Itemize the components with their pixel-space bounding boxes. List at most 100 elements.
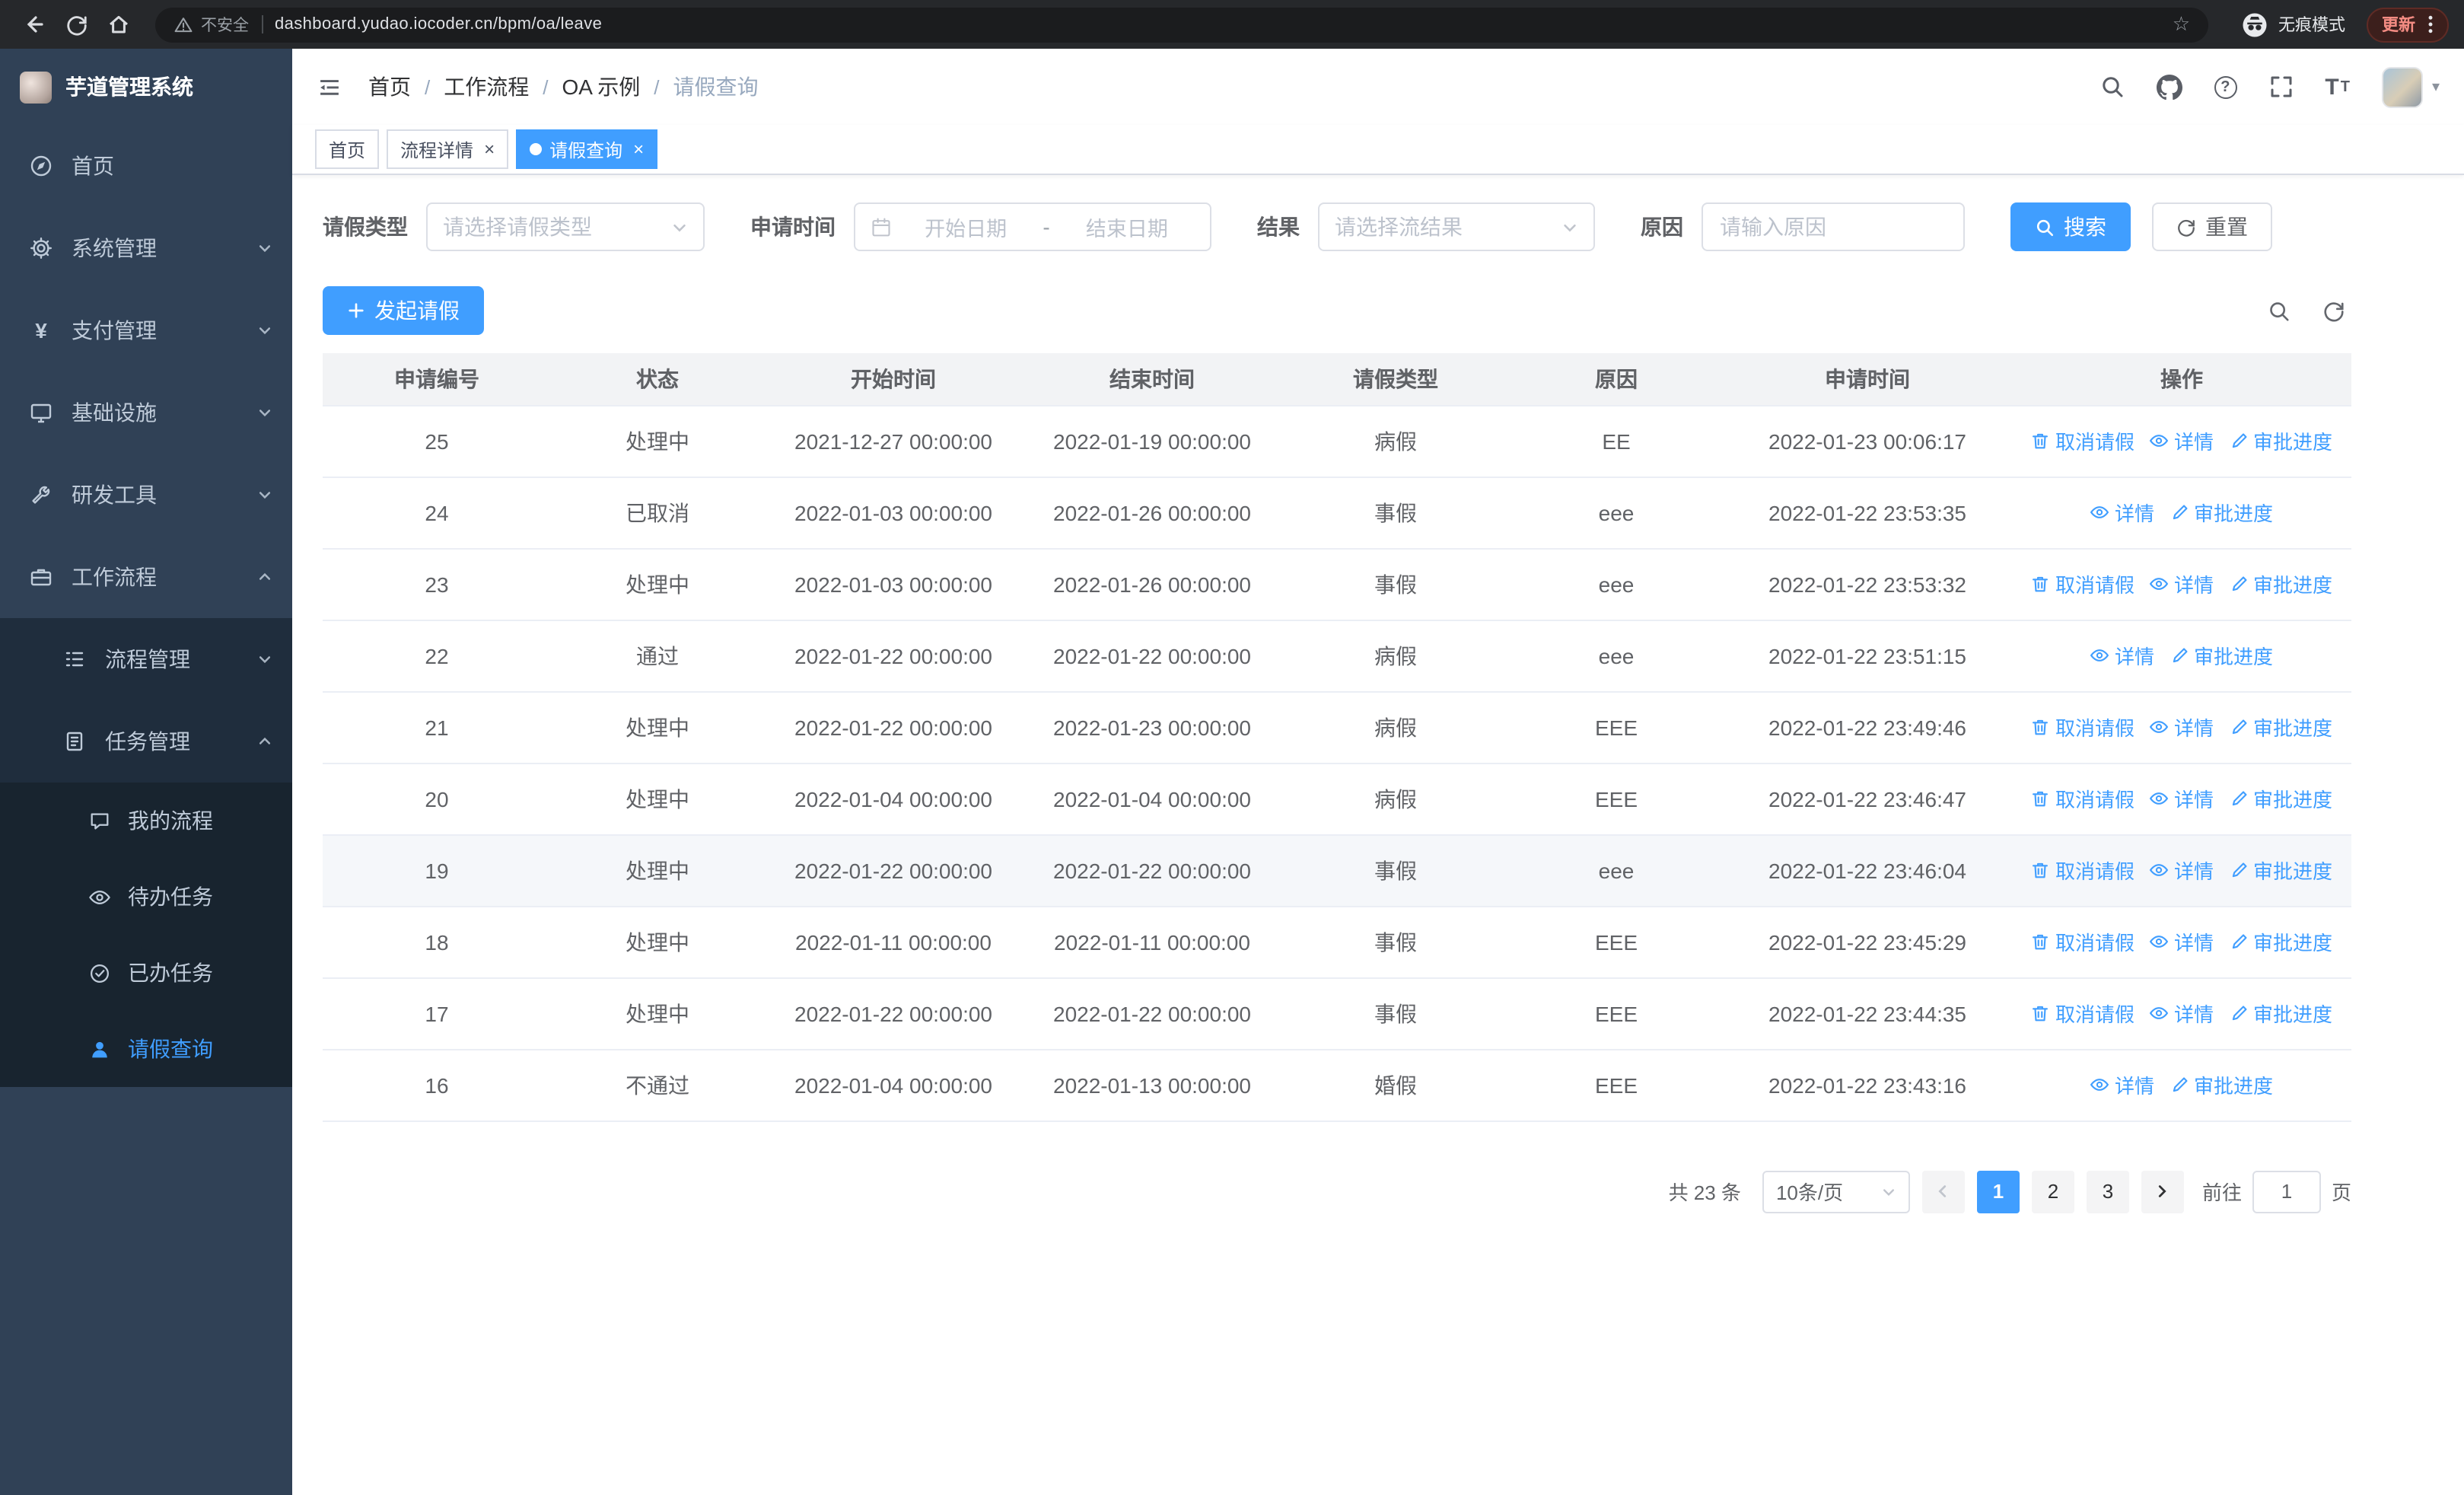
font-size-icon[interactable]: TT <box>2325 74 2350 100</box>
search-icon <box>2036 218 2054 236</box>
approval-progress-link[interactable]: 审批进度 <box>2229 784 2332 813</box>
page-button-2[interactable]: 2 <box>2031 1170 2074 1213</box>
cancel-leave-link[interactable]: 取消请假 <box>2031 999 2135 1028</box>
approval-progress-link[interactable]: 审批进度 <box>2229 999 2332 1028</box>
monitor-icon <box>29 400 53 425</box>
detail-link[interactable]: 详情 <box>2090 641 2154 670</box>
detail-link[interactable]: 详情 <box>2150 927 2214 956</box>
sidebar-item-system[interactable]: 系统管理 <box>0 207 292 289</box>
end-date-input[interactable]: 结束日期 <box>1059 212 1195 242</box>
github-icon[interactable] <box>2156 74 2182 100</box>
reason-input[interactable] <box>1720 215 1947 239</box>
browser-refresh-icon[interactable] <box>58 6 94 43</box>
apply-time-range-picker[interactable]: 开始日期 - 结束日期 <box>854 202 1211 251</box>
user-avatar[interactable]: ▾ <box>2381 66 2440 107</box>
approval-progress-link[interactable]: 审批进度 <box>2229 569 2332 598</box>
edit-icon <box>2231 576 2246 591</box>
sidebar-item-done-tasks[interactable]: 已办任务 <box>0 935 292 1011</box>
detail-link[interactable]: 详情 <box>2150 999 2214 1028</box>
cancel-leave-link[interactable]: 取消请假 <box>2031 426 2135 455</box>
result-select[interactable]: 请选择流结果 <box>1318 202 1595 251</box>
tab-home[interactable]: 首页 <box>315 129 380 169</box>
close-icon[interactable]: × <box>633 140 644 158</box>
kebab-menu-icon[interactable] <box>2427 14 2434 35</box>
fullscreen-icon[interactable] <box>2268 75 2293 99</box>
sidebar-item-task-mgmt[interactable]: 任务管理 <box>0 700 292 783</box>
detail-link[interactable]: 详情 <box>2150 784 2214 813</box>
table-row: 24 已取消 2022-01-03 00:00:00 2022-01-26 00:00… <box>323 477 2351 549</box>
prev-page-button[interactable] <box>1921 1170 1965 1213</box>
header-search-icon[interactable] <box>2099 75 2124 99</box>
approval-progress-link[interactable]: 审批进度 <box>2170 1070 2273 1099</box>
page-button-3[interactable]: 3 <box>2086 1170 2129 1213</box>
browser-update-button[interactable]: 更新 <box>2367 7 2449 42</box>
breadcrumb-item[interactable]: 首页 <box>368 72 411 102</box>
create-leave-button[interactable]: 发起请假 <box>323 286 484 335</box>
help-icon[interactable]: ? <box>2214 75 2237 98</box>
refresh-table-icon[interactable] <box>2322 299 2345 322</box>
tab-leave-query[interactable]: 请假查询 × <box>516 129 658 169</box>
detail-link[interactable]: 详情 <box>2090 498 2154 527</box>
browser-home-icon[interactable] <box>100 6 137 43</box>
table-row: 18 处理中 2022-01-11 00:00:00 2022-01-11 00:00… <box>323 906 2351 978</box>
approval-progress-link[interactable]: 审批进度 <box>2229 856 2332 885</box>
clipboard-icon <box>62 729 87 754</box>
approval-progress-link[interactable]: 审批进度 <box>2229 927 2332 956</box>
table-row: 20 处理中 2022-01-04 00:00:00 2022-01-04 00:00… <box>323 763 2351 835</box>
reason-label: 原因 <box>1641 215 1683 239</box>
sidebar-item-my-process[interactable]: 我的流程 <box>0 783 292 859</box>
leave-type-select[interactable]: 请选择请假类型 <box>426 202 705 251</box>
sidebar-item-payment[interactable]: ¥ 支付管理 <box>0 289 292 371</box>
detail-link[interactable]: 详情 <box>2150 712 2214 741</box>
toggle-search-icon[interactable] <box>2268 299 2291 322</box>
detail-link[interactable]: 详情 <box>2150 856 2214 885</box>
page-button-1[interactable]: 1 <box>1976 1170 2020 1213</box>
browser-back-icon[interactable] <box>15 6 52 43</box>
detail-link[interactable]: 详情 <box>2150 569 2214 598</box>
edit-icon <box>2231 1006 2246 1021</box>
sidebar-item-todo-tasks[interactable]: 待办任务 <box>0 859 292 935</box>
close-icon[interactable]: × <box>484 140 495 158</box>
approval-progress-link[interactable]: 审批进度 <box>2229 712 2332 741</box>
next-page-button[interactable] <box>2141 1170 2184 1213</box>
security-warning[interactable]: 不安全 <box>173 13 249 36</box>
approval-progress-link[interactable]: 审批进度 <box>2170 641 2273 670</box>
approval-progress-link[interactable]: 审批进度 <box>2170 498 2273 527</box>
hamburger-icon[interactable] <box>317 74 342 100</box>
range-separator: - <box>1043 215 1050 239</box>
tab-process-detail[interactable]: 流程详情 × <box>387 129 509 169</box>
cancel-leave-link[interactable]: 取消请假 <box>2031 927 2135 956</box>
detail-link[interactable]: 详情 <box>2150 426 2214 455</box>
reset-button[interactable]: 重置 <box>2152 202 2272 251</box>
column-header: 请假类型 <box>1281 353 1510 406</box>
start-date-input[interactable]: 开始日期 <box>898 212 1033 242</box>
table-cell: eee <box>1510 548 1723 620</box>
address-bar[interactable]: 不安全 dashboard.yudao.iocoder.cn/bpm/oa/le… <box>155 7 2208 42</box>
search-button[interactable]: 搜索 <box>2010 202 2131 251</box>
app-logo[interactable]: 芋道管理系统 <box>0 49 292 125</box>
eye-icon <box>2150 1007 2170 1019</box>
cancel-leave-link[interactable]: 取消请假 <box>2031 712 2135 741</box>
table-cell: 2022-01-22 23:51:15 <box>1723 620 2012 692</box>
incognito-label: 无痕模式 <box>2278 17 2345 35</box>
breadcrumb-item[interactable]: 工作流程 <box>444 72 529 102</box>
sidebar-item-devtools[interactable]: 研发工具 <box>0 454 292 536</box>
goto-page-input[interactable] <box>2252 1170 2321 1213</box>
approval-progress-link[interactable]: 审批进度 <box>2229 426 2332 455</box>
cancel-leave-link[interactable]: 取消请假 <box>2031 784 2135 813</box>
navbar-actions: ? TT ▾ <box>2099 66 2440 107</box>
sidebar-item-workflow[interactable]: 工作流程 <box>0 536 292 618</box>
sidebar-item-leave-query[interactable]: 请假查询 <box>0 1011 292 1087</box>
cancel-leave-link[interactable]: 取消请假 <box>2031 856 2135 885</box>
chevron-down-icon <box>1881 1184 1896 1199</box>
bookmark-star-icon[interactable]: ☆ <box>2173 12 2190 37</box>
page-size-select[interactable]: 10条/页 <box>1762 1170 1910 1213</box>
detail-link[interactable]: 详情 <box>2090 1070 2154 1099</box>
breadcrumb-item[interactable]: OA 示例 <box>562 72 641 102</box>
incognito-icon <box>2243 12 2267 37</box>
cancel-leave-link[interactable]: 取消请假 <box>2031 569 2135 598</box>
sidebar-item-infra[interactable]: 基础设施 <box>0 371 292 454</box>
sidebar-item-process-mgmt[interactable]: 流程管理 <box>0 618 292 700</box>
trash-icon <box>2033 934 2049 950</box>
sidebar-item-home[interactable]: 首页 <box>0 125 292 207</box>
